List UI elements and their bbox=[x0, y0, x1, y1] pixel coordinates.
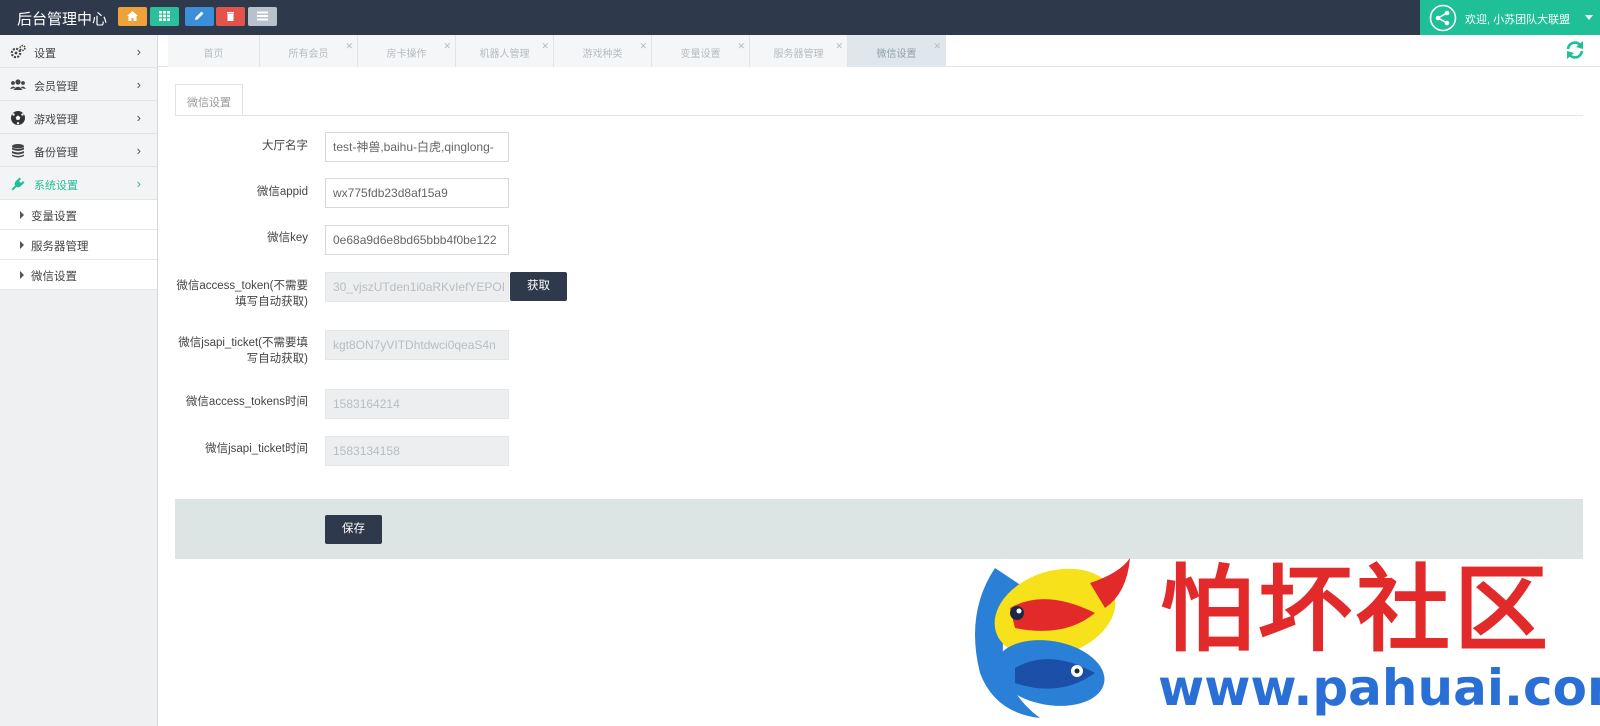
sidebar: 设置 › 会员管理 › 游戏管理 › 备份管理 › 系统设置 › 变量设置 服务… bbox=[0, 35, 158, 726]
hall-name-input[interactable]: test-神兽,baihu-白虎,qinglong- bbox=[325, 132, 509, 162]
home-button[interactable] bbox=[118, 7, 147, 26]
tab-label: 微信设置 bbox=[876, 49, 917, 60]
sidebar-item-system-settings[interactable]: 系统设置 › bbox=[0, 167, 157, 200]
tab-label: 服务器管理 bbox=[773, 49, 824, 60]
tab-all-members[interactable]: 所有会员 ✕ bbox=[260, 35, 358, 67]
list-button[interactable] bbox=[248, 7, 277, 26]
fetch-token-button[interactable]: 获取 bbox=[510, 272, 567, 301]
tab-label: 首页 bbox=[203, 49, 224, 60]
chevron-right-icon: › bbox=[136, 44, 141, 59]
grid-icon bbox=[159, 11, 170, 21]
share-network-icon bbox=[1429, 4, 1457, 32]
jsapi-ticket-input[interactable]: kgt8ON7yVITDhtdwci0qeaS4n bbox=[325, 330, 509, 360]
tab-label: 游戏种类 bbox=[582, 49, 623, 60]
soccer-ball-icon bbox=[11, 111, 25, 125]
caret-right-icon bbox=[20, 241, 24, 249]
app-title: 后台管理中心 bbox=[17, 11, 108, 28]
jsapi-ticket-time-input[interactable]: 1583134158 bbox=[325, 436, 509, 466]
list-icon bbox=[257, 11, 268, 21]
key-label: 微信key bbox=[267, 232, 308, 244]
appid-label: 微信appid bbox=[256, 186, 308, 198]
tab-home[interactable]: 首页 bbox=[168, 35, 260, 67]
close-icon[interactable]: ✕ bbox=[835, 41, 843, 52]
sidebar-item-label: 系统设置 bbox=[34, 180, 78, 192]
sidebar-item-label: 设置 bbox=[34, 48, 56, 60]
close-icon[interactable]: ✕ bbox=[443, 41, 451, 52]
access-tokens-time-label: 微信access_tokens时间 bbox=[185, 396, 308, 408]
sidebar-item-label: 会员管理 bbox=[34, 81, 78, 93]
watermark-url: www.pahuai.com bbox=[1158, 659, 1600, 717]
tab-room-card[interactable]: 房卡操作 ✕ bbox=[358, 35, 456, 67]
panel-tab-wechat[interactable]: 微信设置 bbox=[175, 84, 243, 116]
sidebar-item-label: 游戏管理 bbox=[34, 114, 78, 126]
sidebar-item-label: 备份管理 bbox=[34, 147, 78, 159]
close-icon[interactable]: ✕ bbox=[541, 41, 549, 52]
caret-down-icon bbox=[1585, 15, 1593, 20]
close-icon[interactable]: ✕ bbox=[737, 41, 745, 52]
pencil-icon bbox=[195, 11, 204, 20]
panel-divider bbox=[175, 115, 1583, 116]
sidebar-subitem-wechat[interactable]: 微信设置 bbox=[0, 260, 157, 290]
sidebar-item-settings[interactable]: 设置 › bbox=[0, 35, 157, 68]
sidebar-item-backup[interactable]: 备份管理 › bbox=[0, 134, 157, 167]
refresh-icon[interactable] bbox=[1564, 39, 1586, 61]
tab-wechat-settings[interactable]: 微信设置 ✕ bbox=[848, 35, 946, 67]
sidebar-item-members[interactable]: 会员管理 › bbox=[0, 68, 157, 101]
chevron-right-icon: › bbox=[136, 77, 141, 92]
grid-button[interactable] bbox=[150, 7, 179, 26]
tab-label: 房卡操作 bbox=[386, 49, 427, 60]
caret-right-icon bbox=[20, 211, 24, 219]
appid-input[interactable]: wx775fdb23d8af15a9 bbox=[325, 178, 509, 208]
chevron-right-icon: › bbox=[136, 176, 141, 191]
tab-variables[interactable]: 变量设置 ✕ bbox=[652, 35, 750, 67]
plug-icon bbox=[11, 177, 25, 191]
form-footer bbox=[175, 499, 1583, 559]
sidebar-subitem-label: 服务器管理 bbox=[31, 241, 89, 253]
trash-icon bbox=[227, 12, 234, 21]
database-icon bbox=[12, 144, 24, 158]
watermark-text: 怕坏社区 bbox=[1160, 555, 1553, 665]
tab-bar: 首页 所有会员 ✕ 房卡操作 ✕ 机器人管理 ✕ 游戏种类 ✕ 变量设置 ✕ 服… bbox=[158, 35, 1600, 67]
sidebar-subitem-servers[interactable]: 服务器管理 bbox=[0, 230, 157, 260]
users-icon bbox=[10, 79, 26, 90]
jsapi-ticket-label: 微信jsapi_ticket(不需要填写自动获取) bbox=[178, 337, 308, 365]
tab-game-types[interactable]: 游戏种类 ✕ bbox=[554, 35, 652, 67]
key-input[interactable]: 0e68a9d6e8bd65bbb4f0be122 bbox=[325, 225, 509, 255]
edit-button[interactable] bbox=[185, 7, 214, 26]
close-icon[interactable]: ✕ bbox=[639, 41, 647, 52]
close-icon[interactable]: ✕ bbox=[345, 41, 353, 52]
tab-robot-management[interactable]: 机器人管理 ✕ bbox=[456, 35, 554, 67]
delete-button[interactable] bbox=[216, 7, 245, 26]
top-navbar: 后台管理中心 欢迎, 小苏团队大联盟 bbox=[0, 0, 1600, 35]
access-token-input[interactable]: 30_vjszUTden1i0aRKvIefYEPOI bbox=[325, 272, 509, 302]
user-menu[interactable]: 欢迎, 小苏团队大联盟 bbox=[1420, 0, 1600, 35]
caret-right-icon bbox=[20, 271, 24, 279]
sidebar-subitem-label: 变量设置 bbox=[31, 211, 77, 223]
jsapi-ticket-time-label: 微信jsapi_ticket时间 bbox=[205, 443, 308, 455]
sidebar-subitem-label: 微信设置 bbox=[31, 271, 77, 283]
tab-label: 机器人管理 bbox=[479, 49, 530, 60]
tab-label: 变量设置 bbox=[680, 49, 721, 60]
access-token-label: 微信access_token(不需要填写自动获取) bbox=[176, 280, 308, 308]
gears-icon bbox=[10, 44, 26, 59]
welcome-text: 欢迎, 小苏团队大联盟 bbox=[1465, 14, 1571, 26]
chevron-right-icon: › bbox=[136, 110, 141, 125]
chevron-right-icon: › bbox=[136, 143, 141, 158]
save-button[interactable]: 保存 bbox=[325, 515, 382, 544]
sidebar-item-games[interactable]: 游戏管理 › bbox=[0, 101, 157, 134]
tab-label: 所有会员 bbox=[288, 49, 329, 60]
close-icon[interactable]: ✕ bbox=[933, 41, 941, 52]
home-icon bbox=[127, 11, 138, 21]
access-tokens-time-input[interactable]: 1583164214 bbox=[325, 389, 509, 419]
tab-servers[interactable]: 服务器管理 ✕ bbox=[750, 35, 848, 67]
watermark-logo bbox=[975, 558, 1130, 718]
sidebar-subitem-variables[interactable]: 变量设置 bbox=[0, 200, 157, 230]
hall-name-label: 大厅名字 bbox=[262, 140, 308, 152]
